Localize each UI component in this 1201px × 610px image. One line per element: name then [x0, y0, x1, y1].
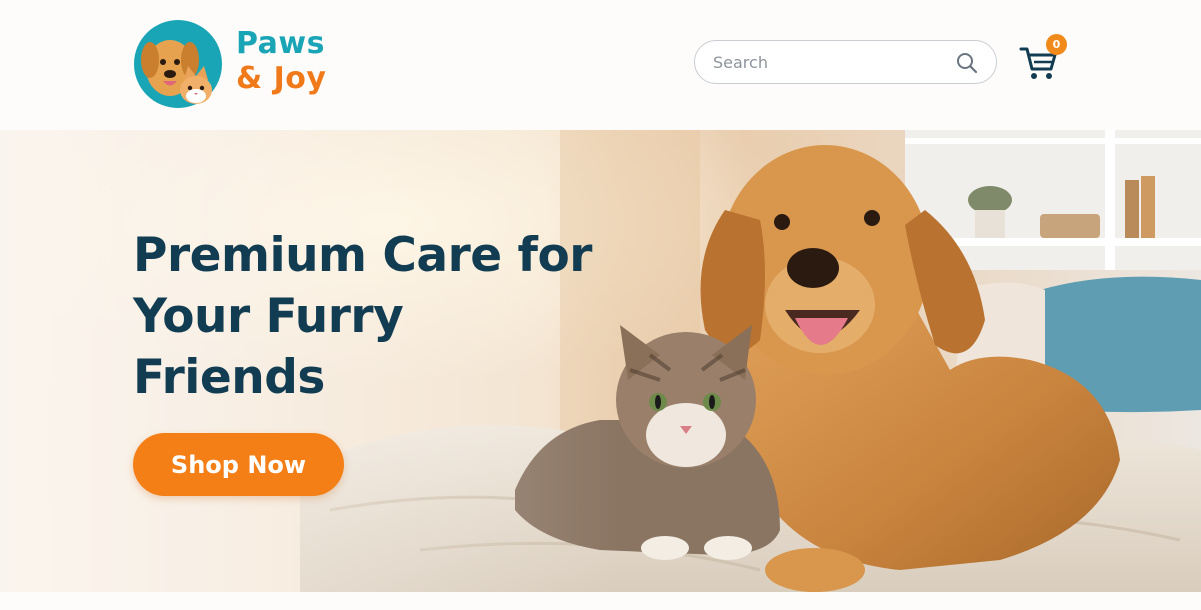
- hero-banner: Premium Care for Your Furry Friends Shop…: [0, 130, 1201, 592]
- cart-count-badge: 0: [1046, 34, 1067, 55]
- site-header: Paws & Joy 0: [0, 0, 1201, 130]
- brand-logo[interactable]: Paws & Joy: [132, 16, 342, 110]
- brand-name-line1: Paws: [236, 26, 325, 61]
- brand-name: Paws & Joy: [236, 26, 326, 96]
- search-icon[interactable]: [955, 51, 979, 75]
- search-bar: [694, 40, 997, 84]
- cart-button[interactable]: 0: [1019, 34, 1071, 84]
- page-bottom-strip: [0, 592, 1201, 610]
- dog-and-cat-logo-icon: [134, 20, 222, 108]
- hero-headline: Premium Care for Your Furry Friends: [133, 228, 592, 405]
- search-input[interactable]: [713, 51, 943, 73]
- brand-name-line2: & Joy: [236, 61, 327, 96]
- shop-now-button[interactable]: Shop Now: [133, 433, 344, 496]
